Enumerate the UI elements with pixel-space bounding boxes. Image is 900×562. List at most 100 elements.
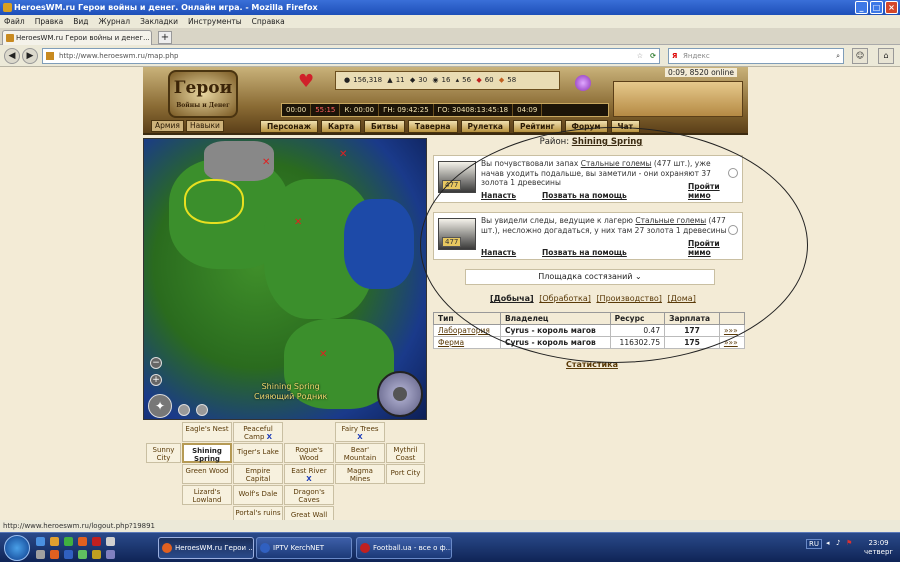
game-header: Герои Войны и Денег ♥ ● 156,318 ▲ 11 ◆ 30 ◉…	[143, 67, 748, 135]
map-tool-icon[interactable]	[196, 404, 208, 416]
nav-tavern[interactable]: Таверна	[407, 120, 458, 133]
location-peaceful-camp[interactable]: Peaceful Camp X	[233, 422, 283, 442]
zoom-in-button[interactable]: +	[150, 374, 162, 386]
menu-history[interactable]: Журнал	[99, 15, 131, 28]
event-marker-icon[interactable]: ✕	[319, 349, 327, 360]
explorer-icon[interactable]	[50, 537, 59, 546]
menu-file[interactable]: Файл	[4, 15, 25, 28]
app-icon[interactable]	[64, 550, 73, 559]
clock-time: 23:09	[868, 539, 889, 547]
language-indicator[interactable]: RU	[806, 539, 822, 549]
opera-icon	[360, 543, 370, 553]
app-icon[interactable]	[78, 550, 87, 559]
menu-view[interactable]: Вид	[73, 15, 88, 28]
nav-battles[interactable]: Битвы	[364, 120, 405, 133]
location-shining-spring[interactable]: Shining Spring	[182, 443, 232, 463]
timer-4: ГН: 09:42:25	[379, 104, 434, 116]
event-marker-icon[interactable]: ✕	[294, 217, 302, 228]
mana-orb-icon	[575, 75, 591, 91]
forward-button[interactable]: ▶	[22, 48, 38, 64]
tray-arrow-icon[interactable]: ◂	[826, 539, 830, 547]
bookmark-star-icon[interactable]: ☆	[637, 49, 643, 63]
app-icon[interactable]	[92, 550, 101, 559]
home-button[interactable]: ⌂	[878, 48, 894, 64]
game-logo[interactable]: Герои Войны и Денег	[168, 70, 238, 118]
nav-rating[interactable]: Рейтинг	[512, 120, 562, 133]
taskbar-item-firefox[interactable]: HeroesWM.ru Герои ...	[158, 537, 254, 559]
menu-tools[interactable]: Инструменты	[188, 15, 242, 28]
addon-icon[interactable]: ☺	[852, 48, 868, 64]
game-page: Герои Войны и Денег ♥ ● 156,318 ▲ 11 ◆ 30 ◉…	[0, 67, 900, 520]
nav-character[interactable]: Персонаж	[260, 120, 319, 133]
tab-skills[interactable]: Навыки	[185, 120, 224, 132]
zoom-out-button[interactable]: −	[150, 357, 162, 369]
clock-day: четверг	[864, 548, 894, 556]
search-icon[interactable]: ⌕	[836, 49, 840, 63]
back-button[interactable]: ◀	[4, 48, 20, 64]
location-mythril-coast[interactable]: Mythril Coast	[386, 443, 425, 463]
wood-icon: ▲	[387, 76, 393, 84]
firefox-icon	[3, 3, 12, 12]
building-type-link[interactable]: Ферма	[433, 336, 501, 349]
reload-icon[interactable]: ⟳	[650, 49, 656, 63]
location-lizards-lowland[interactable]: Lizard's Lowland	[182, 485, 232, 505]
network-icon[interactable]: ⚑	[846, 539, 852, 547]
location-tigers-lake[interactable]: Tiger's Lake	[233, 443, 283, 463]
firefox-icon[interactable]	[78, 537, 87, 546]
ie-icon[interactable]	[36, 537, 45, 546]
volume-icon[interactable]: ♪	[836, 539, 840, 547]
opera-icon[interactable]	[92, 537, 101, 546]
world-map[interactable]: ✕ ✕ ✕ ✕ Shining Spring Сияющий Родник − …	[143, 138, 427, 420]
menu-help[interactable]: Справка	[252, 15, 285, 28]
search-input[interactable]: Я Яндекс ⌕	[668, 48, 844, 64]
taskbar-item-iptv[interactable]: IPTV KerchNET	[256, 537, 352, 559]
clock[interactable]: 23:09 четверг	[864, 539, 893, 557]
location-empire-capital[interactable]: Empire Capital	[233, 464, 283, 484]
app-icon[interactable]	[64, 537, 73, 546]
start-button[interactable]	[4, 535, 30, 561]
pan-compass-button[interactable]: ✦	[148, 394, 172, 418]
location-green-wood[interactable]: Green Wood	[182, 464, 232, 484]
location-east-river[interactable]: East River X	[284, 464, 334, 484]
menu-edit[interactable]: Правка	[35, 15, 64, 28]
wood-value: 11	[395, 76, 405, 84]
url-bar[interactable]: http://www.heroeswm.ru/map.php ☆ ⟳	[42, 48, 660, 64]
menu-bookmarks[interactable]: Закладки	[140, 15, 178, 28]
timer-6: 04:09	[513, 104, 543, 116]
timer-3: К: 00:00	[340, 104, 380, 116]
timer-2: 55:15	[311, 104, 341, 116]
app-icon[interactable]	[106, 537, 115, 546]
location-bear-mountain[interactable]: Bear' Mountain	[335, 443, 385, 463]
map-tool-icon[interactable]	[178, 404, 190, 416]
location-portals-ruins[interactable]: Portal's ruins	[233, 506, 283, 520]
event-marker-icon[interactable]: ✕	[262, 157, 270, 168]
app-icon[interactable]	[50, 550, 59, 559]
location-wolfs-dale[interactable]: Wolf's Dale	[233, 485, 283, 505]
ore-icon: ◆	[409, 76, 416, 84]
new-tab-button[interactable]: +	[158, 31, 172, 44]
favicon-icon	[6, 34, 14, 42]
minimize-button[interactable]: _	[855, 1, 868, 14]
nav-map[interactable]: Карта	[321, 120, 362, 133]
location-sunny-city[interactable]: Sunny City	[146, 443, 181, 463]
location-great-wall[interactable]: Great Wall	[284, 506, 334, 520]
tab-army[interactable]: Армия	[151, 120, 184, 132]
menu-bar: Файл Правка Вид Журнал Закладки Инструме…	[0, 15, 900, 28]
browser-tab[interactable]: HeroesWM.ru Герои войны и денег...	[2, 30, 152, 45]
app-icon[interactable]	[106, 550, 115, 559]
taskbar-item-football[interactable]: Football.ua - все о ф...	[356, 537, 452, 559]
close-button[interactable]: ×	[885, 1, 898, 14]
location-dragons-caves[interactable]: Dragon's Caves	[284, 485, 334, 505]
location-eagles-nest[interactable]: Eagle's Nest	[182, 422, 232, 442]
location-port-city[interactable]: Port City	[386, 464, 425, 484]
nav-roulette[interactable]: Рулетка	[460, 120, 510, 133]
timer-5: ГО: 30408:13:45:18	[434, 104, 514, 116]
navigation-wheel[interactable]	[377, 371, 423, 417]
event-marker-icon[interactable]: ✕	[339, 149, 347, 160]
maximize-button[interactable]: □	[870, 1, 883, 14]
app-icon[interactable]	[36, 550, 45, 559]
location-rogues-wood[interactable]: Rogue's Wood	[284, 443, 334, 463]
location-fairy-trees[interactable]: Fairy Trees X	[335, 422, 385, 442]
firefox-icon	[162, 543, 172, 553]
location-magma-mines[interactable]: Magma Mines	[335, 464, 385, 484]
